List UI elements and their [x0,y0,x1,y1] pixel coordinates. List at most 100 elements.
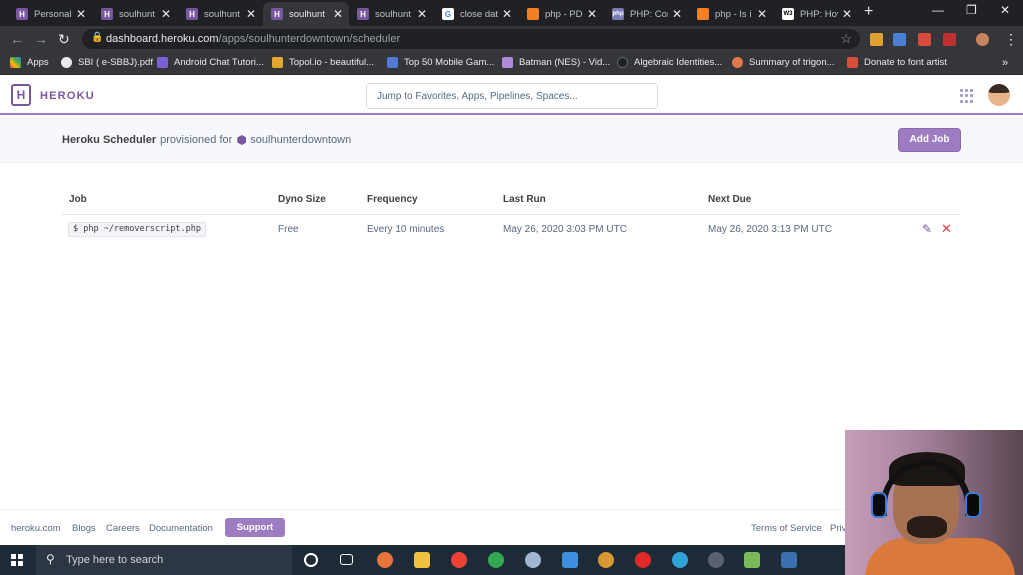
bookmark-item[interactable]: Android Chat Tutori... [157,57,264,68]
extension-icon[interactable] [918,33,931,46]
edge-icon[interactable] [672,552,688,568]
footer-link-terms[interactable]: Terms of Service [751,523,822,534]
close-tab-icon[interactable]: ✕ [333,7,343,21]
extension-icon[interactable] [893,33,906,46]
browser-tab-active[interactable]: H soulhunt ✕ [263,2,349,26]
restore-button[interactable]: ❐ [966,3,977,17]
table-divider [62,214,961,215]
chrome-icon[interactable] [488,552,504,568]
app-icon[interactable] [708,552,724,568]
address-url[interactable]: dashboard.heroku.com/apps/soulhunterdown… [106,33,400,45]
close-tab-icon[interactable]: ✕ [672,7,682,21]
browser-tab[interactable]: php - Is i ✕ [689,2,773,26]
delete-x-icon[interactable]: ✕ [941,221,952,237]
bookmark-item[interactable]: Algebraic Identities... [617,57,722,68]
provisioned-for-label: provisioned for [160,134,233,146]
close-tab-icon[interactable]: ✕ [161,7,171,21]
close-window-button[interactable]: ✕ [1000,3,1010,17]
back-arrow-icon[interactable]: ← [10,31,24,47]
forward-arrow-icon[interactable]: → [34,31,48,47]
browser-tab[interactable]: H soulhunt ✕ [178,2,262,26]
footer-link-careers[interactable]: Careers [106,523,140,534]
bookmark-item[interactable]: Top 50 Mobile Gam... [387,57,494,68]
reload-icon[interactable]: ↻ [58,31,70,48]
bookmark-star-icon[interactable]: ☆ [840,31,852,47]
footer-link-privacy[interactable]: Priv [830,523,846,534]
browser-tab-strip: H Personal ✕ H soulhunt ✕ H soulhunt ✕ H… [0,0,1023,26]
user-avatar[interactable] [988,84,1010,106]
bookmark-item[interactable]: Batman (NES) - Vid... [502,57,610,68]
heroku-favicon-icon: H [101,8,113,20]
footer-link-heroku[interactable]: heroku.com [11,523,61,534]
close-tab-icon[interactable]: ✕ [417,7,427,21]
bookmark-item[interactable]: Summary of trigon... [732,57,835,68]
browser-tab[interactable]: W3 PHP: Hov ✕ [774,2,858,26]
chrome-icon[interactable] [451,552,467,568]
extension-icon[interactable] [943,33,956,46]
job-next-due: May 26, 2020 3:13 PM UTC [708,224,832,235]
profile-avatar-icon[interactable] [976,33,989,46]
menu-dots-icon[interactable]: ⋮ [1004,31,1018,48]
support-button[interactable]: Support [225,518,285,537]
footer-link-blogs[interactable]: Blogs [72,523,96,534]
bookmark-item[interactable]: SBI ( e-SBBJ).pdf [61,57,153,68]
browser-tab[interactable]: php PHP: Cor ✕ [604,2,688,26]
file-explorer-icon[interactable] [414,552,430,568]
address-bar[interactable]: 🔒 dashboard.heroku.com/apps/soulhunterdo… [82,29,860,49]
firefox-icon[interactable] [377,552,393,568]
bookmark-item[interactable]: Topol.io - beautiful... [272,57,374,68]
opera-icon[interactable] [635,552,651,568]
close-tab-icon[interactable]: ✕ [757,7,767,21]
bookmark-favicon-icon [847,57,858,68]
notepad-icon[interactable] [744,552,760,568]
browser-tab[interactable]: H Personal ✕ [8,2,92,26]
bookmarks-overflow-icon[interactable]: » [1002,57,1008,69]
webcam-overlay [845,430,1023,575]
browser-tab[interactable]: H soulhunt ✕ [93,2,177,26]
job-last-run: May 26, 2020 3:03 PM UTC [503,224,627,235]
task-view-icon[interactable] [340,554,353,565]
browser-tab[interactable]: H soulhunt ✕ [349,2,433,26]
column-header-last-run: Last Run [503,194,546,205]
apps-grid-icon[interactable] [960,89,974,103]
stackoverflow-favicon-icon [697,8,709,20]
browser-tab[interactable]: php - PD ✕ [519,2,603,26]
close-tab-icon[interactable]: ✕ [76,7,86,21]
lock-icon[interactable]: 🔒 [91,32,103,43]
app-icon[interactable] [781,552,797,568]
app-icon[interactable] [562,552,578,568]
taskbar-search-input[interactable]: ⚲ Type here to search [36,545,292,575]
app-icon[interactable] [525,552,541,568]
add-job-button[interactable]: Add Job [898,128,961,152]
close-tab-icon[interactable]: ✕ [502,7,512,21]
new-tab-button[interactable]: + [864,3,873,21]
heroku-brand[interactable]: HEROKU [40,90,95,102]
extension-icon[interactable] [870,33,883,46]
column-header-next-due: Next Due [708,194,752,205]
footer-link-documentation[interactable]: Documentation [149,523,213,534]
heroku-favicon-icon: H [186,8,198,20]
apps-grid-icon [10,57,21,68]
cortana-icon[interactable] [304,553,318,567]
close-tab-icon[interactable]: ✕ [842,7,852,21]
minimize-button[interactable]: — [932,3,944,17]
windows-start-icon[interactable] [11,554,23,566]
close-tab-icon[interactable]: ✕ [587,7,597,21]
bookmark-item[interactable]: Donate to font artist [847,57,947,68]
app-name-link[interactable]: soulhunterdowntown [250,134,351,146]
column-header-job: Job [69,194,87,205]
app-icon[interactable] [598,552,614,568]
browser-tab[interactable]: G close dat ✕ [434,2,518,26]
close-tab-icon[interactable]: ✕ [246,7,256,21]
bookmark-favicon-icon [617,57,628,68]
edit-pencil-icon[interactable]: ✎ [922,222,932,236]
job-dyno-size: Free [278,224,299,235]
stackoverflow-favicon-icon [527,8,539,20]
job-command: $ php ~/removerscript.php [68,222,206,237]
w3schools-favicon-icon: W3 [782,8,794,20]
jump-search-input[interactable]: Jump to Favorites, Apps, Pipelines, Spac… [366,83,658,109]
addon-title: Heroku Scheduler [62,134,157,146]
bookmark-apps[interactable]: Apps [10,57,49,68]
browser-toolbar: ← → ↻ 🔒 dashboard.heroku.com/apps/soulhu… [0,26,1023,52]
heroku-logo-icon[interactable]: H [11,84,31,106]
